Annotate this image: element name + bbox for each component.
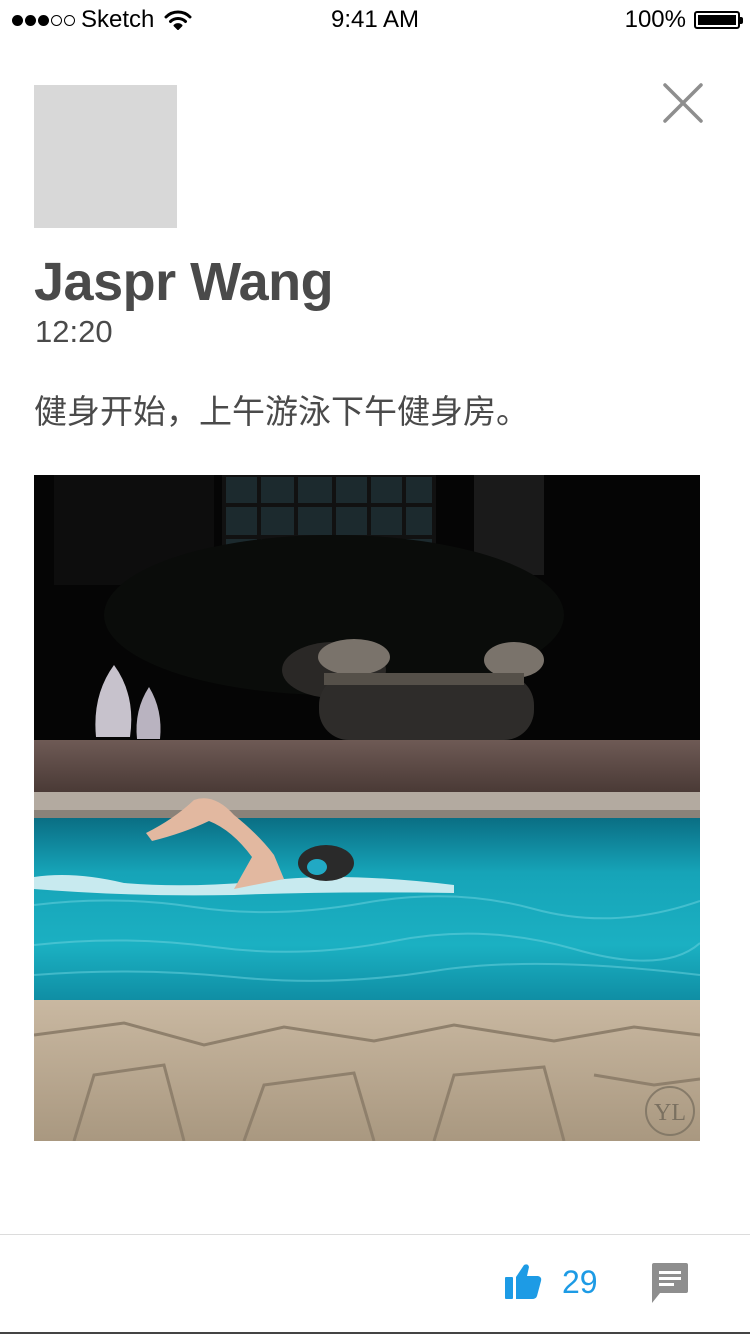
status-bar-right: 100% bbox=[624, 6, 743, 34]
post-photo[interactable]: YL bbox=[34, 475, 700, 1141]
battery-icon bbox=[694, 11, 743, 29]
divider bbox=[0, 1234, 750, 1235]
like-count: 29 bbox=[562, 1264, 598, 1300]
battery-fill bbox=[698, 15, 736, 25]
photo-watermark: YL bbox=[654, 1100, 686, 1126]
swimmer-photo-image: YL bbox=[34, 475, 700, 1141]
comment-icon[interactable] bbox=[650, 1261, 690, 1305]
avatar[interactable] bbox=[34, 85, 177, 228]
thumbs-up-icon[interactable] bbox=[503, 1262, 543, 1302]
close-icon[interactable] bbox=[660, 80, 706, 126]
post-text: 健身开始，上午游泳下午健身房。 bbox=[34, 392, 529, 431]
author-name[interactable]: Jaspr Wang bbox=[34, 252, 334, 312]
post-time: 12:20 bbox=[35, 314, 113, 349]
battery-percent: 100% bbox=[624, 6, 686, 33]
status-bar: Sketch 9:41 AM 100% bbox=[0, 0, 750, 40]
